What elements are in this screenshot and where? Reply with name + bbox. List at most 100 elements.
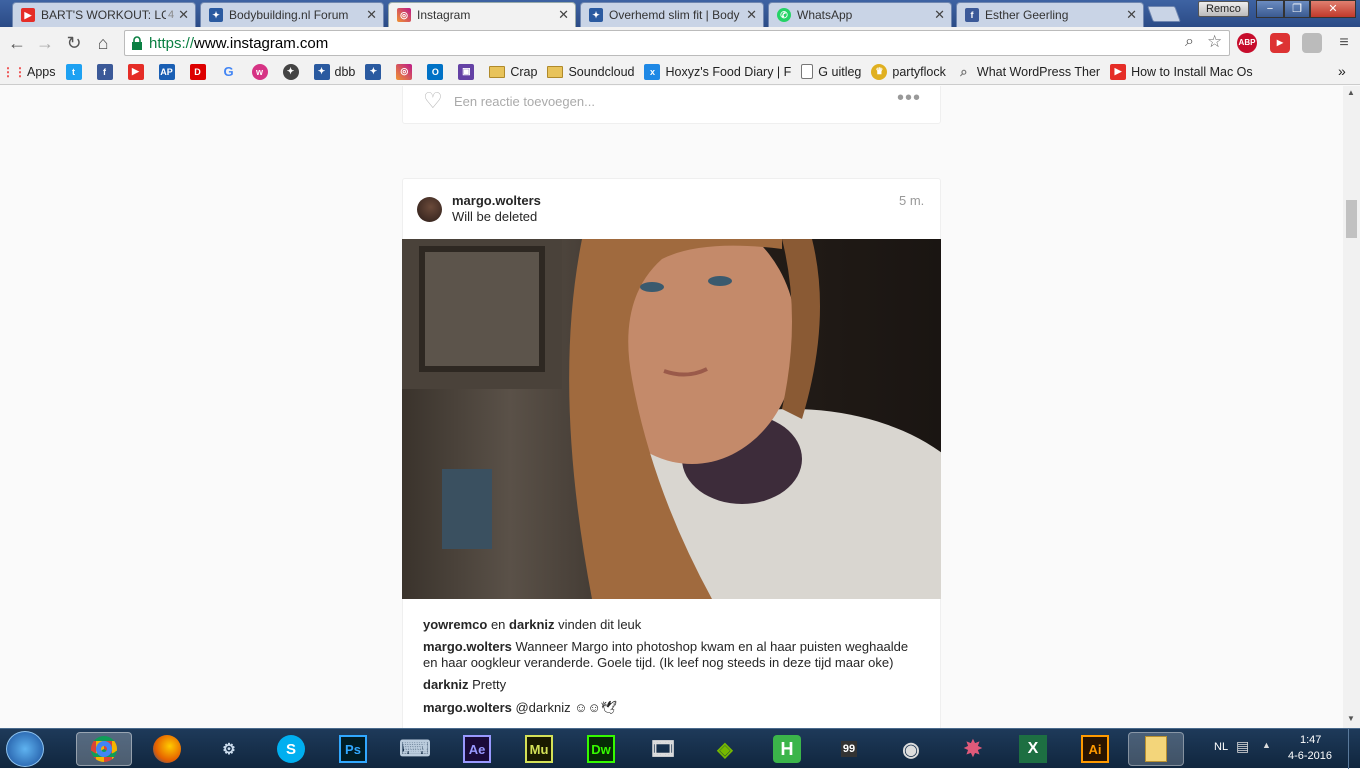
comment-username[interactable]: darkniz xyxy=(423,677,469,692)
clock-time[interactable]: 1:47 xyxy=(1300,734,1321,746)
taskbar-illustrator[interactable]: Ai xyxy=(1078,732,1112,766)
taskbar-explorer[interactable] xyxy=(1128,732,1184,766)
like-user[interactable]: darkniz xyxy=(509,617,555,632)
apps-grid-icon: ⋮⋮ xyxy=(2,64,26,79)
back-icon[interactable]: ← xyxy=(6,32,28,54)
post-time[interactable]: 5 m. xyxy=(899,193,924,208)
heart-icon[interactable]: ♡ xyxy=(423,90,443,112)
page-scrollbar[interactable]: ▲ ▼ xyxy=(1343,86,1360,728)
bookmark-g-uitleg[interactable]: G uitleg xyxy=(801,64,861,79)
close-icon[interactable]: ✕ xyxy=(366,7,377,23)
taskbar-racing[interactable]: ◉ xyxy=(894,732,928,766)
star-icon[interactable]: ☆ xyxy=(1207,32,1222,52)
more-options-icon[interactable]: ••• xyxy=(897,87,921,110)
bookmark-food-diary[interactable]: x Hoxyz's Food Diary | F xyxy=(644,63,791,80)
taskbar-keyboard[interactable]: ⌨ xyxy=(398,732,432,766)
bookmark-wordpress[interactable]: ⌕ What WordPress Ther xyxy=(956,64,1100,80)
like-user[interactable]: yowremco xyxy=(423,617,487,632)
restore-button[interactable]: ❐ xyxy=(1284,0,1310,18)
tab-whatsapp[interactable]: ✆ WhatsApp ✕ xyxy=(768,2,952,27)
youtube-extension-icon[interactable]: ▶ xyxy=(1270,33,1290,53)
extension-icon[interactable] xyxy=(1302,33,1322,53)
menu-icon[interactable]: ≡ xyxy=(1333,32,1355,54)
taskbar-dreamweaver[interactable]: Dw xyxy=(584,732,618,766)
reload-icon[interactable]: ↻ xyxy=(63,32,85,54)
bookmark-bb[interactable]: ✦ xyxy=(282,63,304,80)
new-tab-button[interactable] xyxy=(1147,6,1181,22)
tray-expand-icon[interactable]: ▲ xyxy=(1262,740,1271,750)
google-icon: G xyxy=(223,64,234,79)
pink-circle-icon: w xyxy=(251,63,268,80)
taskbar-99[interactable]: 99 xyxy=(832,732,866,766)
bookmark-outlook[interactable]: O xyxy=(427,63,448,80)
scrollbar-thumb[interactable] xyxy=(1346,200,1357,238)
search-page-icon: ⌕ xyxy=(960,63,968,79)
profile-button[interactable]: Remco xyxy=(1198,1,1249,17)
clock-date[interactable]: 4-6-2016 xyxy=(1288,750,1332,762)
taskbar-photoshop[interactable]: Ps xyxy=(336,732,370,766)
taskbar-after-effects[interactable]: Ae xyxy=(460,732,494,766)
bookmark-mac-os[interactable]: ▶ How to Install Mac Os xyxy=(1110,63,1253,80)
bookmark-dumpert[interactable]: D xyxy=(189,63,211,80)
close-icon[interactable]: ✕ xyxy=(934,7,945,23)
minimize-button[interactable]: − xyxy=(1256,0,1284,18)
bookmark-ap[interactable]: AP xyxy=(158,63,180,80)
search-icon[interactable]: ⌕ xyxy=(1185,33,1194,51)
bookmark-folder-crap[interactable]: Crap xyxy=(489,65,537,79)
post-photo[interactable] xyxy=(402,239,941,599)
comment-username[interactable]: margo.wolters xyxy=(423,639,512,654)
tab-overhemd[interactable]: ✦ Overhemd slim fit | Body ✕ xyxy=(580,2,764,27)
avatar[interactable] xyxy=(417,197,442,222)
taskbar-nvidia[interactable]: ◈ xyxy=(708,732,742,766)
taskbar-handbrake[interactable]: H xyxy=(770,732,804,766)
bookmark-folder-soundcloud[interactable]: Soundcloud xyxy=(547,65,634,79)
scroll-down-icon[interactable]: ▼ xyxy=(1347,714,1355,723)
taskbar-muse[interactable]: Mu xyxy=(522,732,556,766)
muse-icon: Mu xyxy=(525,735,553,763)
bookmark-youtube[interactable]: ▶ xyxy=(127,63,149,80)
tab-instagram[interactable]: ◎ Instagram ✕ xyxy=(388,2,576,27)
start-button[interactable] xyxy=(6,731,44,767)
bookmark-instagram[interactable]: ◎ xyxy=(396,63,417,80)
network-icon[interactable]: ▤ xyxy=(1236,738,1249,755)
tab-youtube[interactable]: ▶ BART'S WORKOUT: LO 4 ✕ xyxy=(12,2,196,27)
comment-username[interactable]: margo.wolters xyxy=(423,700,512,715)
bookmark-google[interactable]: G xyxy=(221,64,242,80)
taskbar-chrome[interactable] xyxy=(76,732,132,766)
bookmark-dbb[interactable]: ✦ dbb xyxy=(313,63,355,80)
bookmark-twitch[interactable]: ▣ xyxy=(458,63,479,80)
chevron-more-icon[interactable]: » xyxy=(1338,63,1346,79)
close-icon[interactable]: ✕ xyxy=(178,7,189,23)
address-bar[interactable]: https://www.instagram.com ⌕ ☆ xyxy=(124,30,1230,56)
show-desktop-button[interactable] xyxy=(1348,729,1360,769)
bookmark-apps[interactable]: ⋮⋮ Apps xyxy=(2,64,56,80)
excel-icon: X xyxy=(1019,735,1047,763)
close-icon[interactable]: ✕ xyxy=(746,7,757,23)
close-window-button[interactable]: ✕ xyxy=(1310,0,1356,18)
taskbar-game[interactable]: ✸ xyxy=(956,732,990,766)
close-icon[interactable]: ✕ xyxy=(1126,7,1137,23)
tab-facebook[interactable]: f Esther Geerling ✕ xyxy=(956,2,1144,27)
taskbar-video-editor[interactable]: 🎞 xyxy=(646,732,680,766)
language-indicator[interactable]: NL xyxy=(1214,741,1228,753)
taskbar-steam[interactable]: ⚙ xyxy=(212,732,246,766)
tab-bodybuilding-forum[interactable]: ✦ Bodybuilding.nl Forum ✕ xyxy=(200,2,384,27)
instagram-icon: ◎ xyxy=(397,8,411,22)
taskbar-firefox[interactable] xyxy=(150,732,184,766)
forward-icon[interactable]: → xyxy=(34,32,56,54)
adblock-plus-icon[interactable]: ABP xyxy=(1237,33,1257,53)
close-icon[interactable]: ✕ xyxy=(558,7,569,23)
bookmark-pink[interactable]: w xyxy=(251,63,273,80)
taskbar-skype[interactable]: S xyxy=(274,732,308,766)
post-location[interactable]: Will be deleted xyxy=(452,209,537,224)
scroll-up-icon[interactable]: ▲ xyxy=(1347,88,1355,97)
post-username[interactable]: margo.wolters xyxy=(452,193,541,208)
bookmark-twitter[interactable]: t xyxy=(65,63,87,80)
twitch-icon: ▣ xyxy=(458,63,475,80)
bookmark-facebook[interactable]: f xyxy=(96,63,118,80)
comment-input[interactable]: Een reactie toevoegen... xyxy=(454,94,595,109)
taskbar-excel[interactable]: X xyxy=(1016,732,1050,766)
bookmark-partyflock[interactable]: ♛ partyflock xyxy=(871,63,946,80)
home-icon[interactable]: ⌂ xyxy=(92,32,114,54)
bookmark-bb2[interactable]: ✦ xyxy=(365,63,386,80)
